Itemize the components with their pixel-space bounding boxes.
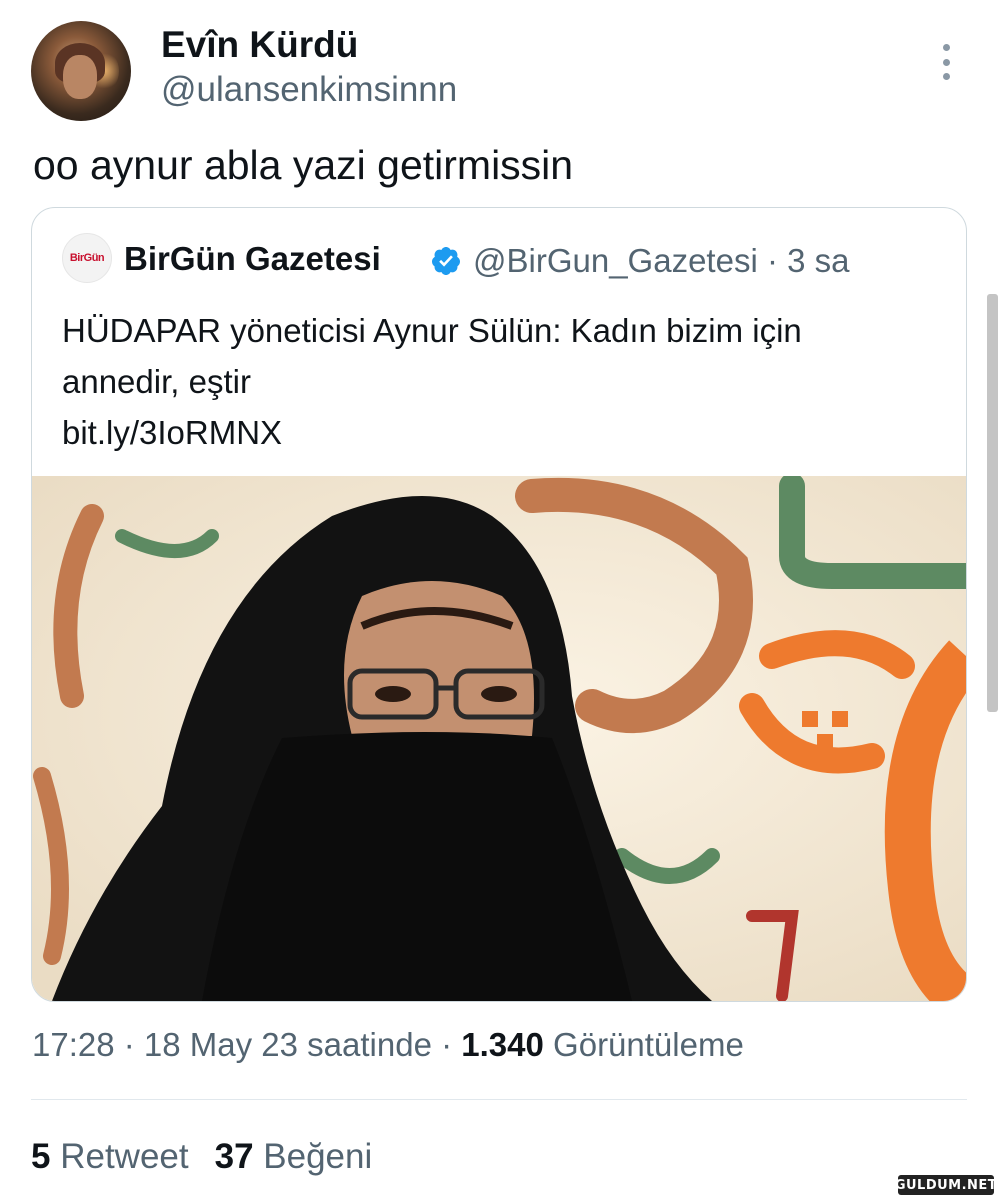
quoted-author-handle-and-age[interactable]: @BirGun_Gazetesi · 3 sa <box>473 242 850 280</box>
quoted-text-line: HÜDAPAR yöneticisi Aynur Sülün: Kadın bi… <box>62 312 802 349</box>
author-avatar[interactable] <box>31 21 131 121</box>
retweets-stat[interactable]: 5 Retweet <box>31 1137 189 1176</box>
quoted-author-handle[interactable]: @BirGun_Gazetesi <box>473 242 758 279</box>
tweet-stats: 5 Retweet 37 Beğeni <box>31 1137 372 1177</box>
likes-label: Beğeni <box>263 1137 373 1176</box>
divider <box>31 1099 967 1100</box>
scrollbar[interactable] <box>987 294 998 712</box>
retweets-label: Retweet <box>60 1137 189 1176</box>
likes-stat[interactable]: 37 Beğeni <box>215 1137 373 1176</box>
views-count: 1.340 <box>461 1026 544 1063</box>
tweet-date[interactable]: 18 May 23 saatinde <box>144 1026 432 1063</box>
logo-text: BirGün <box>69 252 105 264</box>
watermark: GULDUM.NET <box>895 1175 997 1195</box>
separator-dot: · <box>431 1026 462 1063</box>
quoted-author-name[interactable]: BirGün Gazetesi <box>124 240 381 278</box>
tweet-time[interactable]: 17:28 <box>32 1026 115 1063</box>
quoted-tweet-link[interactable]: bit.ly/3IoRMNX <box>62 407 942 458</box>
quoted-tweet[interactable]: BirGün BirGün Gazetesi @BirGun_Gazetesi … <box>31 207 967 1002</box>
dot <box>942 73 950 80</box>
quoted-author-logo[interactable]: BirGün <box>62 233 112 283</box>
quoted-tweet-text: HÜDAPAR yöneticisi Aynur Sülün: Kadın bi… <box>62 305 942 458</box>
author-handle[interactable]: @ulansenkimsinnn <box>161 70 457 110</box>
verified-badge-icon <box>431 247 460 275</box>
avatar-face <box>63 55 97 99</box>
separator-dot: · <box>114 1026 144 1063</box>
quoted-text-line: annedir, eştir <box>62 363 251 400</box>
tweet-text: oo aynur abla yazi getirmissin <box>33 142 574 188</box>
quoted-tweet-photo[interactable] <box>32 476 966 1001</box>
tweet-metadata: 17:28 · 18 May 23 saatinde · 1.340 Görün… <box>32 1026 744 1064</box>
dot <box>942 58 950 66</box>
views-label: Görüntüleme <box>553 1026 744 1063</box>
separator-dot: · <box>757 242 788 279</box>
more-options-icon[interactable] <box>936 44 956 80</box>
retweets-count: 5 <box>31 1137 51 1176</box>
author-name[interactable]: Evîn Kürdü <box>161 24 358 66</box>
dot <box>942 44 950 51</box>
likes-count: 37 <box>214 1137 254 1176</box>
quoted-tweet-age[interactable]: 3 sa <box>787 242 849 279</box>
